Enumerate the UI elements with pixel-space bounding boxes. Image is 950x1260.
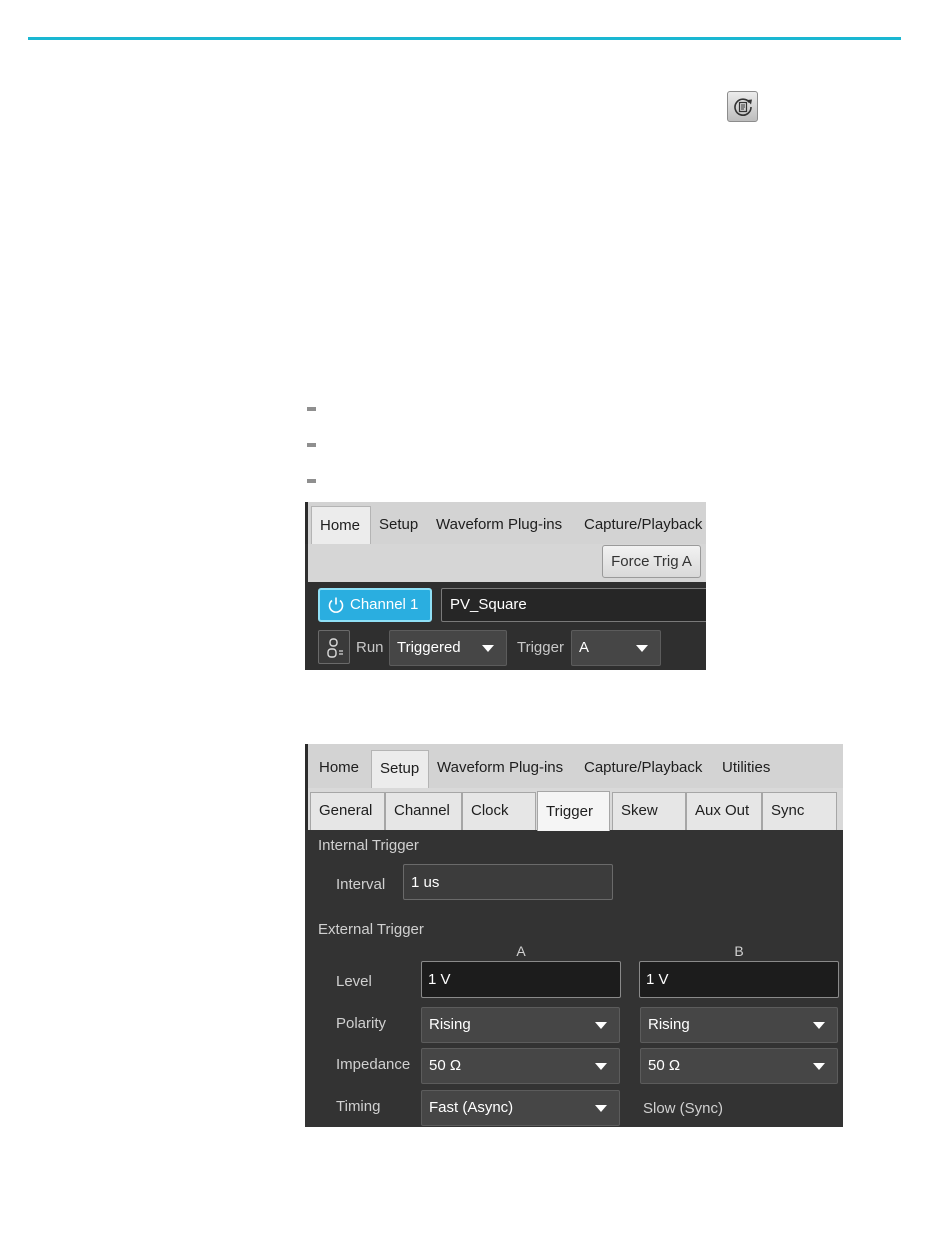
subtab-trigger[interactable]: Trigger	[537, 791, 610, 831]
column-a-header: A	[516, 943, 526, 959]
chevron-down-icon	[482, 645, 494, 652]
subtab-sync[interactable]: Sync	[762, 792, 837, 830]
polarity-a-select[interactable]: Rising	[421, 1007, 620, 1043]
timing-label: Timing	[336, 1098, 381, 1115]
subtab-skew[interactable]: Skew	[612, 792, 686, 830]
run-mode-icon[interactable]	[318, 630, 350, 664]
channel-1-button[interactable]: Channel 1	[318, 588, 432, 622]
chevron-down-icon	[813, 1063, 825, 1070]
subtab-channel[interactable]: Channel	[385, 792, 462, 830]
ribbon-tabs: Home Setup Waveform Plug-ins Capture/Pla…	[305, 502, 706, 544]
tab-utilities[interactable]: Utilities	[714, 748, 794, 788]
impedance-b-value: 50 Ω	[648, 1057, 681, 1074]
chevron-down-icon	[595, 1022, 607, 1029]
interval-field[interactable]: 1 us	[403, 864, 613, 900]
chevron-down-icon	[813, 1022, 825, 1029]
chevron-down-icon	[595, 1063, 607, 1070]
waveform-name-field[interactable]: PV_Square	[441, 588, 706, 622]
external-trigger-heading: External Trigger	[318, 921, 424, 938]
setup-subtabs: General Channel Clock Trigger Skew Aux O…	[305, 788, 843, 831]
level-b-field[interactable]: 1 V	[639, 961, 839, 998]
list-bullet	[307, 443, 316, 447]
tab-home[interactable]: Home	[311, 506, 371, 544]
timing-a-value: Fast (Async)	[429, 1099, 514, 1116]
trigger-label: Trigger	[517, 639, 564, 656]
interval-label: Interval	[336, 876, 386, 893]
chevron-down-icon	[595, 1105, 607, 1112]
trigger-select[interactable]: A	[571, 630, 661, 666]
run-label: Run	[356, 639, 384, 656]
polarity-b-select[interactable]: Rising	[640, 1007, 838, 1043]
impedance-b-select[interactable]: 50 Ω	[640, 1048, 838, 1084]
list-bullet	[307, 479, 316, 483]
tab-capture-playback[interactable]: Capture/Playback	[576, 506, 706, 544]
setup-trigger-panel: Home Setup Waveform Plug-ins Capture/Pla…	[305, 744, 843, 1127]
level-label: Level	[336, 973, 372, 990]
tab-capture-playback[interactable]: Capture/Playback	[576, 748, 714, 788]
tab-home[interactable]: Home	[311, 748, 372, 788]
column-b-header: B	[734, 943, 744, 959]
force-trig-button[interactable]: Force Trig A	[602, 545, 701, 578]
chevron-down-icon	[636, 645, 648, 652]
list-bullet	[307, 407, 316, 411]
polarity-b-value: Rising	[648, 1016, 690, 1033]
internal-trigger-heading: Internal Trigger	[318, 837, 419, 854]
header-rule	[28, 37, 901, 40]
polarity-a-value: Rising	[429, 1016, 471, 1033]
trigger-value: A	[579, 639, 590, 656]
polarity-label: Polarity	[336, 1015, 387, 1032]
reset-defaults-icon[interactable]	[727, 91, 758, 122]
subtab-clock[interactable]: Clock	[462, 792, 536, 830]
run-mode-select[interactable]: Triggered	[389, 630, 507, 666]
timing-a-select[interactable]: Fast (Async)	[421, 1090, 620, 1126]
timing-b-value: Slow (Sync)	[643, 1100, 724, 1117]
run-mode-value: Triggered	[397, 639, 461, 656]
impedance-a-value: 50 Ω	[429, 1057, 462, 1074]
tab-setup[interactable]: Setup	[371, 750, 429, 788]
tab-waveform-plugins[interactable]: Waveform Plug-ins	[429, 748, 577, 788]
ribbon-tabs: Home Setup Waveform Plug-ins Capture/Pla…	[305, 744, 843, 788]
impedance-label: Impedance	[336, 1056, 411, 1073]
level-a-field[interactable]: 1 V	[421, 961, 621, 998]
impedance-a-select[interactable]: 50 Ω	[421, 1048, 620, 1084]
subtab-aux-out[interactable]: Aux Out	[686, 792, 762, 830]
tab-waveform-plugins[interactable]: Waveform Plug-ins	[428, 506, 576, 544]
subtab-general[interactable]: General	[310, 792, 385, 830]
power-icon	[328, 597, 344, 613]
channel-1-label: Channel 1	[350, 596, 419, 613]
home-toolbar-panel: Home Setup Waveform Plug-ins Capture/Pla…	[305, 502, 706, 670]
tab-setup[interactable]: Setup	[371, 506, 429, 544]
